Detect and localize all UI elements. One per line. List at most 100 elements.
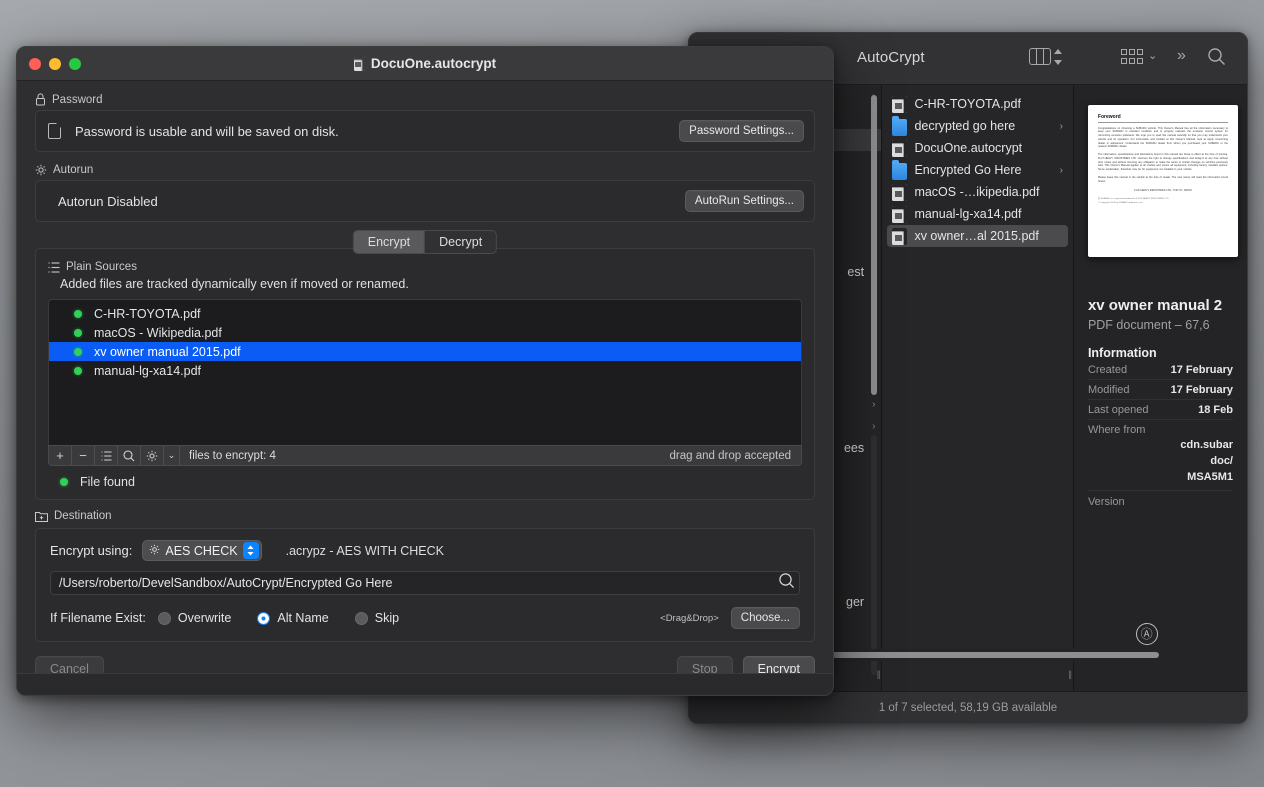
encrypt-using-row: Encrypt using: AES CHECK .acrypz - AES W… — [50, 540, 800, 561]
preview-where-from-line: doc/ — [1088, 454, 1233, 470]
traffic-lights[interactable] — [29, 58, 81, 70]
column-resize-grip[interactable]: || — [877, 669, 880, 679]
preview-thumb-rule — [1098, 122, 1228, 123]
preview-thumb-company: FUJI HEAVY INDUSTRIES LTD., TOKYO, JAPAN — [1098, 189, 1228, 192]
radio-alt-name-mark — [257, 612, 270, 625]
finder-file-row[interactable]: manual-lg-xa14.pdf — [887, 203, 1068, 225]
gear-icon — [35, 164, 47, 176]
plain-sources-note: Added files are tracked dynamically even… — [60, 277, 802, 291]
chevron-right-icon: › — [872, 421, 875, 432]
autorun-status-text: Autorun Disabled — [58, 194, 685, 209]
preview-thumb-heading: Foreword — [1098, 114, 1228, 120]
preview-info-value: 17 February — [1171, 364, 1233, 376]
close-button[interactable] — [29, 58, 41, 70]
radio-overwrite[interactable]: Overwrite — [158, 611, 231, 625]
autocrypt-bottom-strip — [17, 673, 833, 695]
radio-skip[interactable]: Skip — [355, 611, 399, 625]
preview-where-from-line: cdn.subar — [1088, 438, 1233, 454]
preview-where-from-value: cdn.subardoc/MSA5M1 — [1088, 438, 1233, 486]
preview-info-row: Last opened18 Feb — [1088, 400, 1233, 420]
tab-bar-wrapper: Encrypt Decrypt — [35, 230, 815, 242]
select-stepper-icon[interactable] — [243, 542, 259, 559]
drag-drop-accepted-text: drag and drop accepted — [670, 450, 801, 462]
autorun-section-label: Autorun — [35, 164, 815, 176]
plain-source-name: macOS - Wikipedia.pdf — [94, 326, 222, 340]
status-dot-green — [74, 310, 82, 318]
plain-source-row[interactable]: C-HR-TOYOTA.pdf — [49, 304, 801, 323]
finder-left-column-row-label: ees — [844, 441, 864, 455]
preview-thumb-paragraph-3: Please leave this manual in the vehicle … — [1098, 176, 1228, 184]
password-settings-button[interactable]: Password Settings... — [679, 120, 804, 142]
mode-tab-bar[interactable]: Encrypt Decrypt — [353, 230, 497, 254]
password-section-label: Password — [35, 93, 815, 106]
radio-overwrite-label: Overwrite — [178, 611, 231, 625]
pdf-preview-thumbnail: Foreword Congratulations on choosing a S… — [1088, 105, 1238, 257]
preview-where-from-label: Where from — [1088, 424, 1233, 436]
search-icon[interactable] — [1207, 47, 1226, 71]
destination-path-value: /Users/roberto/DevelSandbox/AutoCrypt/En… — [59, 576, 778, 590]
finder-file-row[interactable]: C-HR-TOYOTA.pdf — [887, 93, 1068, 115]
algorithm-select[interactable]: AES CHECK — [142, 540, 261, 561]
search-icon[interactable] — [778, 572, 795, 594]
if-filename-exists-label: If Filename Exist: — [50, 611, 146, 625]
left-column-scrollbar[interactable] — [871, 95, 877, 395]
column-view-icon[interactable] — [1029, 48, 1051, 70]
column-resize-grip-2[interactable]: || — [1068, 669, 1071, 679]
search-icon[interactable] — [118, 446, 141, 465]
autorun-panel: Autorun Disabled AutoRun Settings... — [35, 180, 815, 222]
finder-file-row[interactable]: Encrypted Go Here› — [887, 159, 1068, 181]
choose-button[interactable]: Choose... — [731, 607, 800, 629]
preview-info-key: Last opened — [1088, 404, 1149, 416]
radio-alt-name[interactable]: Alt Name — [257, 611, 328, 625]
autocrypt-titlebar[interactable]: DocuOne.autocrypt — [17, 47, 833, 81]
finder-file-column[interactable]: C-HR-TOYOTA.pdf decrypted go here › DocuOne… — [882, 85, 1074, 693]
plain-source-row[interactable]: xv owner manual 2015.pdf — [49, 342, 801, 361]
gear-icon[interactable] — [141, 446, 164, 465]
finder-file-row[interactable]: decrypted go here › — [887, 115, 1068, 137]
chevron-right-icon: › — [1060, 121, 1063, 132]
autocrypt-body: Password Password is usable and will be … — [17, 81, 833, 642]
finder-file-row[interactable]: macOS -…ikipedia.pdf — [887, 181, 1068, 203]
finder-file-row[interactable]: xv owner…al 2015.pdf — [887, 225, 1068, 247]
finder-left-column-row-label: est — [847, 265, 864, 279]
pdf-document-icon — [892, 184, 907, 201]
finder-window-title: AutoCrypt — [857, 49, 925, 66]
pdf-document-icon — [892, 206, 907, 223]
preview-file-kind: PDF document – 67,6 — [1088, 318, 1233, 332]
list-icon[interactable] — [95, 446, 118, 465]
tab-encrypt[interactable]: Encrypt — [354, 231, 425, 253]
plus-icon[interactable]: + — [49, 446, 72, 465]
destination-section-label: Destination — [35, 510, 815, 522]
autocrypt-document-icon — [354, 57, 365, 71]
updown-stepper-icon[interactable] — [1053, 47, 1063, 69]
folder-icon — [892, 119, 907, 136]
destination-path-field[interactable]: /Users/roberto/DevelSandbox/AutoCrypt/En… — [50, 571, 800, 595]
preview-thumb-footnote-2: © Copyright 2014 by SUBARU of America, I… — [1098, 202, 1228, 205]
plain-sources-toolbar[interactable]: + − ⌄ files to encrypt: 4 drag and drop … — [48, 445, 802, 466]
group-by-icon[interactable] — [1121, 49, 1145, 70]
plain-source-name: xv owner manual 2015.pdf — [94, 345, 241, 359]
minimize-button[interactable] — [49, 58, 61, 70]
finder-file-name: manual-lg-xa14.pdf — [914, 207, 1059, 221]
plain-source-row[interactable]: manual-lg-xa14.pdf — [49, 361, 801, 380]
finder-left-column-row-label: ger — [846, 595, 864, 609]
plain-source-row[interactable]: macOS - Wikipedia.pdf — [49, 323, 801, 342]
plain-sources-list[interactable]: C-HR-TOYOTA.pdf macOS - Wikipedia.pdf xv o… — [48, 299, 802, 445]
left-column-scrollbar-lower[interactable] — [871, 435, 877, 675]
chevron-down-icon[interactable]: ⌄ — [1148, 49, 1157, 62]
file-found-text: File found — [80, 475, 135, 489]
autocrypt-window[interactable]: DocuOne.autocrypt Password Password is u… — [16, 46, 834, 696]
minus-icon[interactable]: − — [72, 446, 95, 465]
status-dot-green — [74, 348, 82, 356]
chevron-down-icon[interactable]: ⌄ — [164, 446, 180, 465]
preview-information-heading: Information — [1088, 346, 1233, 360]
autorun-settings-button[interactable]: AutoRun Settings... — [685, 190, 804, 212]
finder-file-name: decrypted go here — [914, 119, 1055, 133]
gear-icon — [149, 544, 160, 558]
tab-decrypt[interactable]: Decrypt — [425, 231, 496, 253]
plain-sources-section-label: Plain Sources — [48, 261, 802, 273]
more-toolbar-icon[interactable]: » — [1177, 47, 1186, 65]
zoom-button[interactable] — [69, 58, 81, 70]
desktop-background: AutoCrypt ⌄ » — [0, 0, 1264, 787]
finder-file-row[interactable]: DocuOne.autocrypt — [887, 137, 1068, 159]
